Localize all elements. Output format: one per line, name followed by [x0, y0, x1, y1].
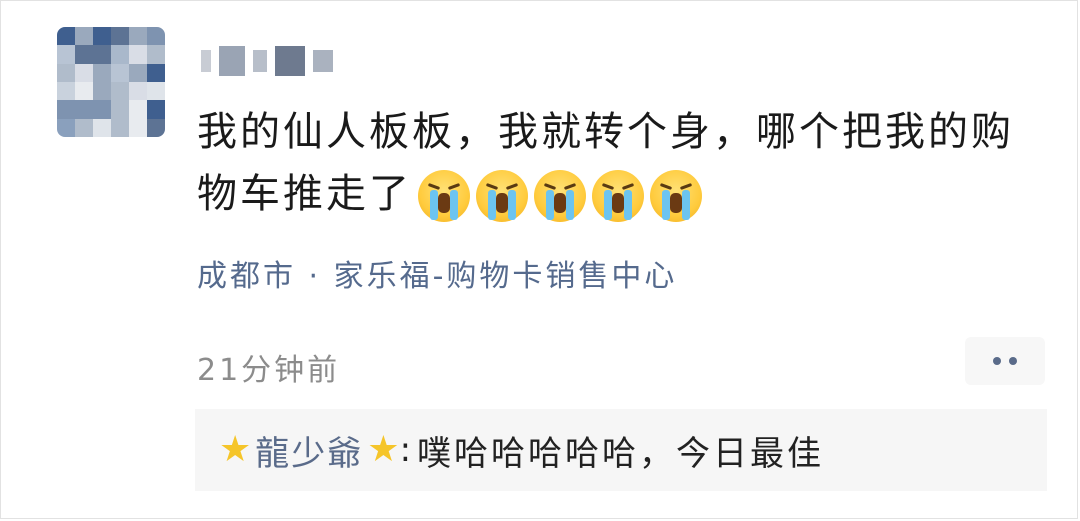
location-link[interactable]: 成都市 · 家乐福-购物卡销售中心: [197, 251, 677, 295]
more-options-button[interactable]: [965, 337, 1045, 385]
comment-author[interactable]: 龍少爺: [255, 426, 363, 475]
post-time: 21分钟前: [197, 353, 341, 388]
crying-face-emoji: [534, 170, 586, 222]
crying-face-emoji: [476, 170, 528, 222]
moment-card: 我的仙人板板，我就转个身，哪个把我的购物车推走了 成都市 · 家乐福-购物卡销售…: [0, 0, 1078, 519]
username-pixelated[interactable]: [201, 41, 371, 81]
crying-face-emoji: [592, 170, 644, 222]
comment-separator: :: [399, 430, 412, 470]
dot-icon: [1009, 357, 1017, 365]
star-icon: ★: [219, 429, 252, 470]
avatar[interactable]: [57, 27, 165, 137]
crying-face-emoji: [650, 170, 702, 222]
star-icon: ★: [367, 429, 400, 470]
emoji-row: [418, 170, 702, 222]
crying-face-emoji: [418, 170, 470, 222]
comment-text: 噗哈哈哈哈哈，今日最佳: [417, 433, 825, 474]
dot-icon: [993, 357, 1001, 365]
comment-row[interactable]: ★ 龍少爺 ★ : 噗哈哈哈哈哈，今日最佳: [195, 409, 1047, 491]
post-text: 我的仙人板板，我就转个身，哪个把我的购物车推走了: [197, 101, 1037, 225]
